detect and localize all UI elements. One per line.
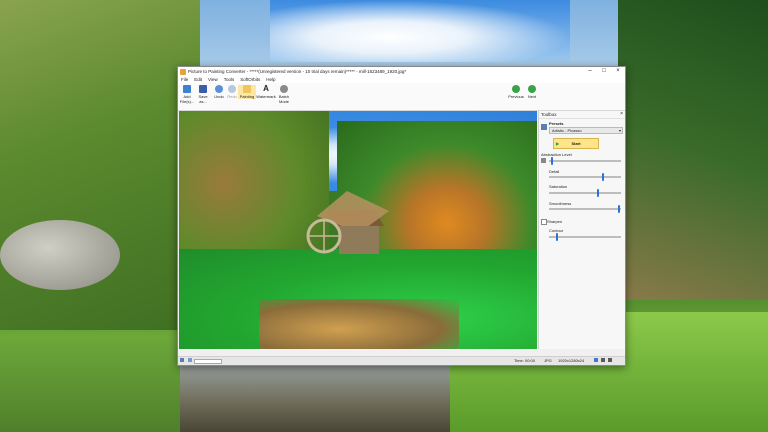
- saturation-label: Saturation: [549, 184, 568, 189]
- abstraction-thumb[interactable]: [551, 157, 554, 165]
- minimize-button[interactable]: –: [583, 67, 597, 76]
- abstraction-slider[interactable]: [549, 157, 621, 165]
- desktop-stream: [180, 362, 450, 432]
- arrow-left-icon: [512, 85, 520, 93]
- desktop-rock: [0, 220, 120, 290]
- undo-icon: [215, 85, 223, 93]
- time-readout: Time: 00:00: [514, 358, 535, 363]
- menu-softorbits[interactable]: SoftOrbits: [237, 77, 263, 82]
- painting-icon: [243, 85, 251, 93]
- desktop-sky: [270, 0, 570, 62]
- smoothness-thumb[interactable]: [618, 205, 621, 213]
- title-bar[interactable]: Picture to Painting Converter - *****(Un…: [178, 67, 625, 76]
- mill-illustration: [306, 191, 389, 254]
- maximize-button[interactable]: □: [597, 67, 611, 76]
- previous-button[interactable]: Previous: [507, 85, 525, 99]
- arrow-right-icon: [528, 85, 536, 93]
- close-button[interactable]: ×: [611, 67, 625, 76]
- menu-view[interactable]: View: [205, 77, 221, 82]
- gear-icon: [280, 85, 288, 93]
- saturation-slider[interactable]: [549, 189, 621, 197]
- thumbnail-icon[interactable]: [180, 358, 184, 362]
- start-button[interactable]: ▶ Start: [553, 138, 599, 149]
- contour-thumb[interactable]: [556, 233, 559, 241]
- toolbox-panel: Toolbox × Presets Artistic - Picasso ▾ ▶…: [538, 111, 625, 349]
- detail-label: Detail: [549, 169, 560, 174]
- presets-dropdown[interactable]: Artistic - Picasso ▾: [549, 127, 623, 134]
- smoothness-label: Smoothness: [549, 201, 572, 206]
- contour-slider[interactable]: [549, 233, 621, 241]
- smoothness-slider[interactable]: [549, 205, 621, 213]
- app-icon: [180, 68, 186, 75]
- add-files-button[interactable]: Add File(s)...: [179, 85, 195, 104]
- dimensions-readout: 1920x1280x24: [558, 358, 585, 363]
- presets-icon: [541, 124, 547, 130]
- text-a-icon: A: [263, 84, 269, 93]
- saturation-thumb[interactable]: [596, 189, 599, 197]
- info-icon[interactable]: [594, 358, 598, 362]
- zoom-out-icon[interactable]: [601, 358, 605, 362]
- menu-edit[interactable]: Edit: [191, 77, 205, 82]
- save-icon: [199, 85, 207, 93]
- redo-icon: [228, 85, 236, 93]
- menu-tools[interactable]: Tools: [221, 77, 238, 82]
- contour-label: Contour: [549, 228, 564, 233]
- save-as-button[interactable]: Save as...: [195, 85, 211, 104]
- zoom-in-icon[interactable]: [608, 358, 612, 362]
- zoom-icon[interactable]: [188, 358, 192, 362]
- presets-label: Presets: [549, 121, 564, 126]
- batch-mode-button[interactable]: Batch Mode: [276, 85, 292, 104]
- chevron-down-icon: ▾: [618, 128, 621, 133]
- next-button[interactable]: Next: [525, 85, 539, 99]
- close-icon[interactable]: ×: [620, 111, 623, 117]
- image-canvas[interactable]: [179, 111, 537, 349]
- status-bar: Time: 00:00 JPG 1920x1280x24: [178, 356, 625, 365]
- zoom-slider[interactable]: [194, 359, 222, 364]
- format-readout: JPG: [544, 358, 552, 363]
- toolbox-title: Toolbox: [539, 111, 625, 119]
- app-window: Picture to Painting Converter - *****(Un…: [177, 66, 626, 366]
- sliders-icon: [541, 158, 546, 163]
- menu-help[interactable]: Help: [263, 77, 278, 82]
- watermark-button[interactable]: A Watermark: [256, 84, 276, 100]
- play-icon: ▶: [556, 141, 560, 146]
- desktop-hill-right: [618, 0, 768, 300]
- painting-button[interactable]: Painting: [238, 85, 256, 99]
- painting-stream: [259, 299, 459, 349]
- sharpen-label: Sharpen: [547, 219, 563, 224]
- detail-slider[interactable]: [549, 173, 621, 181]
- detail-thumb[interactable]: [602, 173, 605, 181]
- menu-bar: File Edit View Tools SoftOrbits Help: [178, 76, 625, 83]
- folder-icon: [183, 85, 191, 93]
- window-title: Picture to Painting Converter - *****(Un…: [188, 69, 407, 74]
- menu-file[interactable]: File: [178, 77, 191, 82]
- toolbar: Add File(s)... Save as... Undo Redo Pain…: [178, 83, 625, 111]
